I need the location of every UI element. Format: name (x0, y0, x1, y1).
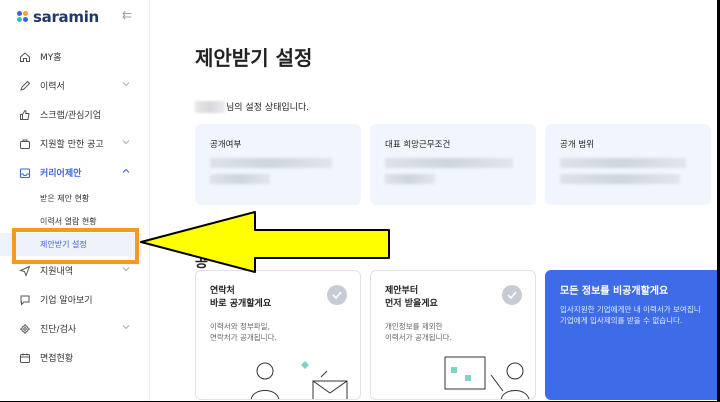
redacted-value (210, 174, 270, 184)
option-all-private[interactable]: 모든 정보를 비공개할게요 입사지원한 기업에게만 내 이력서가 보여집니 기업… (545, 270, 717, 400)
saramin-logo[interactable]: saramin (17, 8, 99, 26)
option-open-contact[interactable]: 연락처 바로 공개할게요 이력서와 정부파일, 연락처가 공개됩니다. (195, 270, 361, 400)
status-text: 님의 설정 상태입니다. (226, 103, 310, 113)
sidebar-item-my-home[interactable]: MY홈 (0, 42, 150, 71)
card-visibility-scope: 공개 범위 (545, 124, 711, 205)
sidebar-item-label: MY홈 (40, 53, 62, 63)
card-visibility: 공개여부 (195, 124, 361, 205)
option-description: 이력서와 정부파일, 연락처가 공개됩니다. (210, 322, 277, 342)
sidebar-item-scrap[interactable]: 스크랩/관심기업 (0, 100, 150, 129)
card-title: 공개여부 (210, 140, 242, 150)
sidebar-subitem-received-offers[interactable]: 받은 제안 현황 (0, 187, 150, 210)
inbox-icon (18, 166, 32, 180)
sidebar-item-interviews[interactable]: 면접현황 (0, 343, 150, 372)
sidebar-item-label: 진단/검사 (40, 325, 77, 335)
option-description: 입사지원한 기업에게만 내 이력서가 보여집니 기업에게 입사제의를 받을 수 … (560, 305, 701, 325)
illustration-person-letter-icon (251, 361, 348, 399)
option-description: 개인정보를 제외한 이력서가 공개됩니다. (385, 322, 452, 342)
redacted-value (560, 174, 680, 184)
sidebar-item-label: 지원내역 (40, 267, 74, 277)
sidebar-item-label: 커리어제안 (40, 169, 82, 179)
home-icon (18, 50, 32, 64)
redacted-value (560, 158, 686, 168)
card-title: 대표 희망근무조건 (385, 140, 451, 150)
option-title: 모든 정보를 비공개할게요 (560, 286, 669, 297)
chevron-down-icon (122, 138, 130, 148)
card-title: 공개 범위 (560, 140, 594, 150)
redacted-value (210, 158, 332, 168)
pencil-icon (18, 79, 32, 93)
redacted-value (385, 174, 435, 184)
calendar-icon (18, 351, 32, 365)
option-offer-first[interactable]: 제안부터 먼저 받을게요 개인정보를 제외한 이력서가 공개됩니다. (370, 270, 536, 400)
illustration-person-board-icon (444, 356, 529, 399)
sidebar: saramin ⇇ MY홈 이력서 스크랩/관심기업 지원할 만한 공고 커리어… (0, 0, 150, 401)
sidebar-item-company-research[interactable]: 기업 알아보기 (0, 285, 150, 314)
card-work-conditions: 대표 희망근무조건 (370, 124, 536, 205)
sidebar-item-label: 면접현황 (40, 354, 74, 364)
gear-icon (18, 322, 32, 336)
redacted-value (385, 158, 513, 168)
logo-text: saramin (33, 8, 99, 26)
check-icon[interactable] (502, 285, 522, 305)
chat-icon (18, 293, 32, 307)
sidebar-item-career-offer[interactable]: 커리어제안 (0, 158, 150, 187)
briefcase-icon (18, 137, 32, 151)
highlight-box (12, 228, 139, 264)
main-content: 제안받기 설정 님의 설정 상태입니다. 공개여부 대표 희망근무조건 공개 범… (151, 0, 717, 401)
option-title: 제안부터 먼저 받을게요 (385, 286, 438, 309)
yellow-arrow-annotation (140, 211, 390, 273)
sidebar-item-label: 기업 알아보기 (40, 296, 93, 306)
chevron-down-icon (122, 80, 130, 90)
check-icon[interactable] (327, 285, 347, 305)
send-icon (18, 264, 32, 278)
sidebar-item-recommended-jobs[interactable]: 지원할 만한 공고 (0, 129, 150, 158)
chevron-down-icon (122, 265, 130, 275)
sidebar-item-resume[interactable]: 이력서 (0, 71, 150, 100)
option-title: 연락처 바로 공개할게요 (210, 286, 272, 309)
sidebar-item-label: 지원할 만한 공고 (40, 140, 104, 150)
sidebar-nav: MY홈 이력서 스크랩/관심기업 지원할 만한 공고 커리어제안 받은 제안 현… (0, 42, 150, 372)
chevron-up-icon (122, 167, 130, 177)
redacted-username (195, 100, 225, 113)
app-window: saramin ⇇ MY홈 이력서 스크랩/관심기업 지원할 만한 공고 커리어… (0, 0, 718, 401)
sidebar-item-label: 스크랩/관심기업 (40, 111, 101, 121)
page-title: 제안받기 설정 (195, 46, 313, 70)
sidebar-item-label: 이력서 (40, 82, 65, 92)
logo-mark-icon (17, 11, 29, 23)
sidebar-item-diagnosis[interactable]: 진단/검사 (0, 314, 150, 343)
chevron-down-icon (122, 323, 130, 333)
status-line: 님의 설정 상태입니다. (195, 100, 309, 113)
collapse-sidebar-icon[interactable]: ⇇ (122, 8, 132, 22)
thumbs-up-icon (18, 108, 32, 122)
